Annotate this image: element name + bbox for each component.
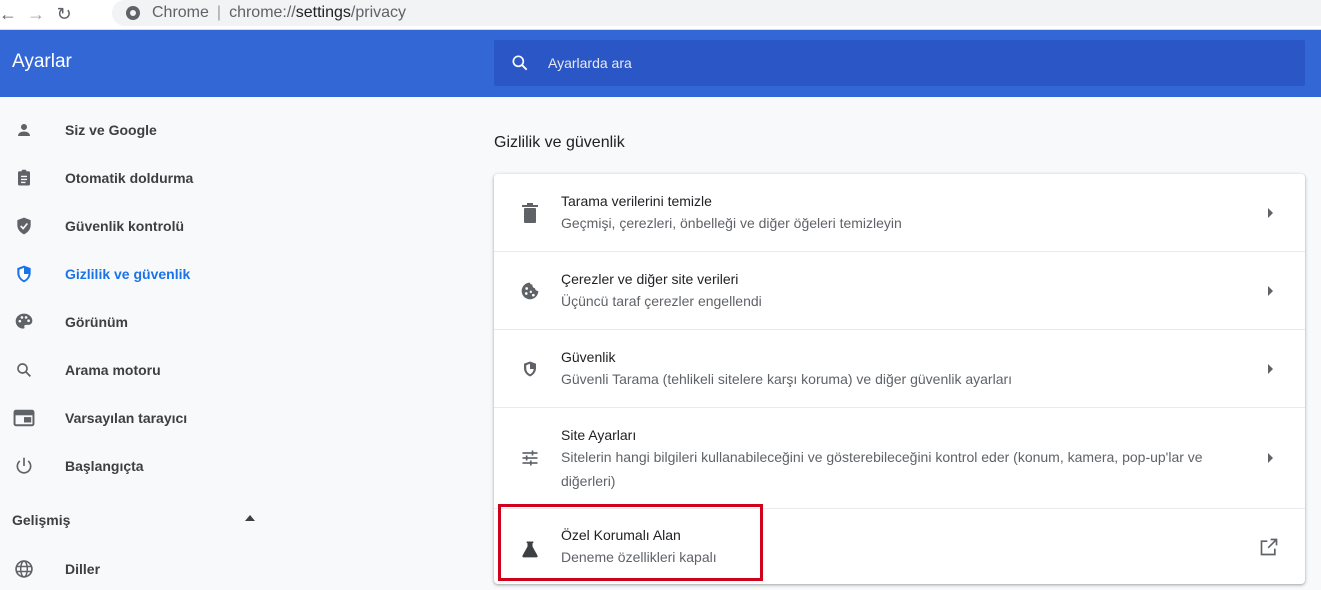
- person-icon: [13, 119, 35, 141]
- row-title: Çerezler ve diğer site verileri: [561, 271, 739, 287]
- chevron-up-icon[interactable]: [245, 515, 255, 521]
- clipboard-icon: [13, 167, 35, 189]
- row-clear-browsing-data[interactable]: Tarama verilerini temizle Geçmişi, çerez…: [494, 174, 1305, 251]
- cookie-icon: [518, 279, 542, 303]
- palette-icon: [13, 311, 35, 333]
- sidebar-item-autofill[interactable]: Otomatik doldurma: [0, 158, 300, 198]
- sidebar-item-privacy-security[interactable]: Gizlilik ve güvenlik: [0, 254, 300, 294]
- row-title: Site Ayarları: [561, 427, 637, 443]
- search-input[interactable]: [548, 40, 1288, 86]
- chrome-site-icon: [126, 6, 140, 20]
- advanced-section-toggle[interactable]: Gelişmiş: [12, 512, 70, 528]
- shield-privacy-icon: [13, 263, 35, 285]
- chevron-right-icon: [1268, 453, 1273, 463]
- shield-icon: [518, 357, 542, 381]
- tune-icon: [518, 446, 542, 470]
- url-host: settings: [295, 4, 351, 21]
- globe-icon: [13, 558, 35, 580]
- url-path: /privacy: [350, 4, 407, 21]
- row-subtitle: Geçmişi, çerezleri, önbelleği ve diğer ö…: [561, 215, 902, 231]
- search-icon: [512, 55, 528, 71]
- sidebar-item-appearance[interactable]: Görünüm: [0, 302, 300, 342]
- url-separator: |: [216, 4, 222, 21]
- section-title: Gizlilik ve güvenlik: [494, 134, 625, 151]
- row-title: Özel Korumalı Alan: [561, 527, 681, 543]
- omnibox[interactable]: Chrome | chrome://settings/privacy: [112, 0, 1321, 26]
- browser-toolbar: ← → ↻ Chrome | chrome://settings/privacy: [0, 0, 1321, 30]
- chevron-right-icon: [1268, 208, 1273, 218]
- settings-header: Ayarlar: [0, 30, 1321, 97]
- site-label: Chrome: [152, 4, 209, 21]
- sidebar-item-on-startup[interactable]: Başlangıçta: [0, 446, 300, 486]
- sidebar-item-label: Otomatik doldurma: [65, 170, 194, 186]
- row-cookies[interactable]: Çerezler ve diğer site verileri Üçüncü t…: [494, 251, 1305, 329]
- row-subtitle: Sitelerin hangi bilgileri kullanabileceğ…: [561, 449, 1203, 489]
- row-security[interactable]: Güvenlik Güvenli Tarama (tehlikeli sitel…: [494, 329, 1305, 407]
- row-subtitle: Güvenli Tarama (tehlikeli sitelere karşı…: [561, 371, 1013, 387]
- url-prefix: chrome://: [229, 4, 296, 21]
- sidebar-item-label: Diller: [65, 561, 101, 577]
- row-subtitle: Deneme özellikleri kapalı: [561, 549, 717, 565]
- sidebar-item-languages[interactable]: Diller: [0, 549, 300, 589]
- search-icon: [13, 359, 35, 381]
- search-box[interactable]: [494, 40, 1305, 86]
- trash-icon: [518, 201, 542, 225]
- sidebar-item-label: Başlangıçta: [65, 458, 144, 474]
- sidebar-item-safety-check[interactable]: Güvenlik kontrolü: [0, 206, 300, 246]
- forward-arrow-icon[interactable]: →: [22, 0, 50, 30]
- sidebar-item-label: Gizlilik ve güvenlik: [65, 266, 191, 282]
- sidebar-item-search-engine[interactable]: Arama motoru: [0, 350, 300, 390]
- row-title: Güvenlik: [561, 349, 616, 365]
- sidebar-item-label: Varsayılan tarayıcı: [65, 410, 188, 426]
- sidebar-item-you-and-google[interactable]: Siz ve Google: [0, 110, 300, 150]
- sidebar-item-default-browser[interactable]: Varsayılan tarayıcı: [0, 398, 300, 438]
- open-in-new-icon: [1260, 538, 1278, 556]
- page-title: Ayarlar: [12, 51, 72, 72]
- reload-icon[interactable]: ↻: [50, 0, 78, 30]
- sidebar-item-label: Arama motoru: [65, 362, 161, 378]
- chevron-right-icon: [1268, 364, 1273, 374]
- row-subtitle: Üçüncü taraf çerezler engellendi: [561, 293, 762, 309]
- chevron-right-icon: [1268, 286, 1273, 296]
- sidebar-item-label: Güvenlik kontrolü: [65, 218, 185, 234]
- row-privacy-sandbox[interactable]: Özel Korumalı Alan Deneme özellikleri ka…: [494, 508, 1305, 584]
- row-title: Tarama verilerini temizle: [561, 193, 712, 209]
- power-icon: [13, 455, 35, 477]
- browser-window-icon: [13, 407, 35, 429]
- privacy-settings-card: Tarama verilerini temizle Geçmişi, çerez…: [494, 174, 1305, 584]
- sidebar-item-label: Siz ve Google: [65, 122, 157, 138]
- row-site-settings[interactable]: Site Ayarları Sitelerin hangi bilgileri …: [494, 407, 1305, 508]
- sidebar: Siz ve Google Otomatik doldurma Güvenlik…: [0, 97, 300, 590]
- sidebar-item-label: Görünüm: [65, 314, 128, 330]
- back-arrow-icon[interactable]: ←: [0, 0, 22, 30]
- shield-check-icon: [13, 215, 35, 237]
- flask-icon: [518, 537, 542, 561]
